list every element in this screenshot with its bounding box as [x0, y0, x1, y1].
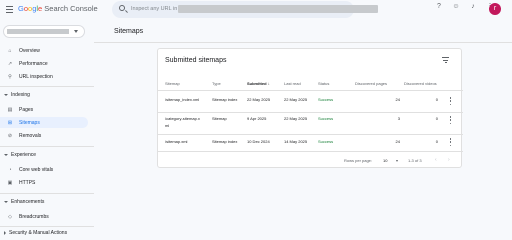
cell-sitemap-wrap: ml [165, 123, 170, 128]
pages-icon: ▤ [7, 106, 13, 113]
sidebar-item-breadcrumbs[interactable]: ◇ Breadcrumbs [0, 211, 88, 222]
col-discovered-videos[interactable]: Discovered videos [404, 81, 437, 86]
cell-sitemap[interactable]: /sitemap_index.xml [165, 97, 199, 102]
avatar[interactable]: r [489, 3, 501, 15]
chevron-down-icon [74, 30, 78, 33]
cell-last-read: 22 May 2025 [284, 97, 308, 102]
col-sitemap[interactable]: Sitemap [165, 81, 180, 86]
redacted-domain [178, 5, 378, 13]
divider [94, 42, 512, 43]
cell-status: Success [318, 139, 334, 144]
more-vert-icon[interactable] [449, 116, 452, 124]
cell-sitemap[interactable]: /category-sitemap.x [165, 116, 200, 121]
rows-per-page-label: Rows per page: [344, 158, 373, 163]
divider [0, 226, 94, 227]
table-header: Sitemap Type Submitted ↓ Last read Statu… [158, 77, 463, 91]
rows-per-page-select[interactable]: 10 [381, 156, 401, 165]
cell-pages: 24 [395, 139, 400, 144]
sidebar-item-https[interactable]: ▣ HTTPS [0, 177, 88, 188]
cell-type: Sitemap index [212, 139, 238, 144]
more-vert-icon[interactable] [449, 138, 452, 146]
card-title: Submitted sitemaps [165, 57, 227, 64]
section-indexing[interactable]: Indexing [4, 92, 30, 98]
cell-status: Success [318, 116, 334, 121]
cell-last-read: 14 May 2025 [284, 139, 308, 144]
table-row[interactable]: /sitemap.xml Sitemap index 10 Dec 2024 1… [158, 135, 463, 152]
cell-last-read: 22 May 2025 [284, 116, 308, 121]
col-last-read[interactable]: Last read [284, 81, 301, 86]
lock-icon: ▣ [7, 179, 13, 186]
cell-type: Sitemap index [212, 97, 238, 102]
sidebar-item-core-web-vitals[interactable]: ◔ Core web vitals [0, 164, 88, 175]
search-input[interactable]: Inspect any URL in [112, 1, 378, 18]
divider [0, 146, 94, 147]
top-app-bar: Google Search Console Inspect any URL in… [0, 0, 512, 20]
col-type[interactable]: Type [212, 81, 221, 86]
cell-sitemap[interactable]: /sitemap.xml [165, 139, 187, 144]
cell-status: Success [318, 97, 334, 102]
speedometer-icon: ◔ [8, 166, 12, 173]
cell-type: Sitemap [212, 116, 227, 121]
chevron-right-icon[interactable]: › [448, 157, 450, 163]
search-icon [119, 5, 125, 11]
page-range: 1-3 of 3 [408, 158, 422, 163]
table-row[interactable]: /category-sitemap.x ml Sitemap 9 Apr 202… [158, 113, 463, 135]
trend-icon: ↗ [7, 60, 13, 67]
cell-submitted: 10 Dec 2024 [247, 139, 270, 144]
chevron-down-icon [4, 200, 8, 203]
search-icon: ⚲ [8, 73, 12, 80]
sidebar: ⌂ Overview ↗ Performance ⚲ URL inspectio… [0, 20, 94, 240]
bell-icon[interactable]: ♪ [469, 3, 477, 11]
section-enhancements[interactable]: Enhancements [4, 199, 44, 205]
breadcrumbs-icon: ◇ [8, 213, 12, 220]
sidebar-item-performance[interactable]: ↗ Performance [0, 58, 88, 69]
cell-pages: 24 [395, 97, 400, 102]
section-security-manual-actions[interactable]: Security & Manual Actions [4, 230, 67, 236]
cell-submitted: 22 May 2025 [247, 97, 271, 102]
app-logo[interactable]: Google Search Console [18, 4, 98, 13]
col-submitted[interactable]: Submitted ↓ [247, 81, 270, 86]
sidebar-item-pages[interactable]: ▤ Pages [0, 104, 88, 115]
cell-videos: 0 [435, 139, 438, 144]
page-title: Sitemaps [114, 28, 144, 35]
divider [0, 193, 94, 194]
sitemaps-card: Submitted sitemaps Sitemap Type Submitte… [157, 48, 463, 168]
chevron-down-icon [4, 153, 8, 156]
sidebar-item-url-inspection[interactable]: ⚲ URL inspection [0, 71, 88, 82]
menu-icon[interactable] [6, 6, 13, 13]
product-name: Search Console [44, 4, 98, 13]
chevron-down-icon [396, 160, 398, 162]
cell-videos: 0 [435, 116, 438, 121]
more-vert-icon[interactable] [449, 97, 452, 105]
people-icon[interactable]: ☺ [452, 3, 460, 11]
chevron-down-icon [4, 93, 8, 96]
table-pagination: Rows per page: 10 1-3 of 3 ‹ › [158, 155, 463, 167]
sidebar-item-overview[interactable]: ⌂ Overview [0, 45, 88, 56]
sidebar-item-removals[interactable]: ⊘ Removals [0, 130, 88, 141]
removals-icon: ⊘ [7, 132, 13, 139]
filter-icon[interactable] [442, 57, 449, 63]
chevron-right-icon [4, 230, 6, 235]
divider [0, 86, 94, 87]
col-discovered-pages[interactable]: Discovered pages [355, 81, 387, 86]
sidebar-item-sitemaps[interactable]: ⊞ Sitemaps [0, 117, 88, 128]
section-experience[interactable]: Experience [4, 152, 36, 158]
help-icon[interactable]: ? [435, 3, 443, 11]
sitemap-icon: ⊞ [7, 119, 13, 126]
property-selector[interactable] [3, 25, 85, 38]
arrow-down-icon: ↓ [267, 81, 270, 86]
home-icon: ⌂ [8, 47, 12, 54]
search-placeholder: Inspect any URL in [131, 6, 178, 12]
cell-submitted: 9 Apr 2025 [247, 116, 267, 121]
redacted-property [7, 29, 69, 34]
cell-videos: 0 [435, 97, 438, 102]
table-row[interactable]: /sitemap_index.xml Sitemap index 22 May … [158, 91, 463, 113]
col-status[interactable]: Status [318, 81, 329, 86]
cell-pages: 3 [397, 116, 400, 121]
chevron-left-icon[interactable]: ‹ [435, 157, 437, 163]
